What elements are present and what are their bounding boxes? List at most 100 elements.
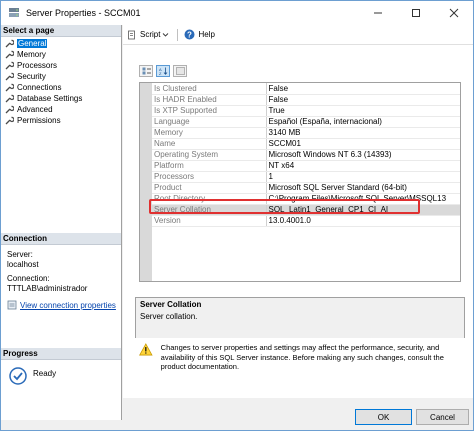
page-item-security[interactable]: Security [1,71,121,82]
property-name: Is XTP Supported [152,105,267,117]
wrench-icon [5,50,14,58]
view-connection-properties[interactable]: View connection properties [7,300,116,310]
server-label: Server: [7,250,33,259]
progress-status: Ready [9,367,56,385]
table-row[interactable]: Memory 3140 MB [152,127,460,139]
script-icon [128,30,135,39]
page-item-memory[interactable]: Memory [1,49,121,60]
page-item-connections[interactable]: Connections [1,82,121,93]
connection-value: TTTLAB\administrador [7,284,88,293]
wrench-icon [5,83,14,91]
title-bar: Server Properties - SCCM01 [1,1,473,25]
property-pages-button[interactable] [173,65,187,77]
property-grid: Is Clustered False Is HADR Enabled False I… [139,82,461,282]
table-row[interactable]: Version 13.0.4001.0 [152,215,460,227]
window-controls [359,1,473,25]
toolbar: Script ? Help [123,25,473,45]
property-pages-icon [175,67,185,75]
property-grid-gutter [140,83,152,281]
script-button[interactable]: Script [127,30,169,40]
property-value: NT x64 [266,160,460,172]
property-value: False [266,94,460,106]
property-value: Microsoft SQL Server Standard (64-bit) [266,182,460,194]
property-name: Name [152,138,267,150]
property-value: 13.0.4001.0 [266,215,460,227]
wrench-icon [5,116,14,124]
grid-tools: AZ [139,65,190,77]
help-icon: ? [184,29,195,40]
table-row[interactable]: Is HADR Enabled False [152,94,460,106]
page-item-label: Permissions [17,116,61,125]
view-connection-link[interactable]: View connection properties [20,301,116,310]
page-item-advanced[interactable]: Advanced [1,104,121,115]
page-list: General Memory Processors Security Conne… [1,37,121,126]
property-value: Microsoft Windows NT 6.3 (14393) [266,149,460,161]
property-name: Is HADR Enabled [152,94,267,106]
property-value: 3140 MB [266,127,460,139]
ready-check-icon [9,367,27,385]
connection-properties-icon [7,300,17,310]
page-item-label: Security [17,72,46,81]
property-name: Operating System [152,149,267,161]
description-text: Server collation. [140,312,198,321]
cancel-button[interactable]: Cancel [416,409,469,425]
page-item-label: Connections [17,83,62,92]
table-row[interactable]: Is XTP Supported True [152,105,460,117]
page-item-general[interactable]: General [1,38,121,49]
table-row[interactable]: Language Español (España, internacional) [152,116,460,128]
page-item-label: Database Settings [17,94,83,103]
page-item-permissions[interactable]: Permissions [1,115,121,126]
close-icon [449,8,459,18]
connection-field-label: Connection: [7,274,50,283]
categorized-icon [142,67,151,75]
property-value: Español (España, internacional) [266,116,460,128]
wrench-icon [5,105,14,113]
categorized-button[interactable] [139,65,153,77]
minimize-icon [374,12,382,14]
server-icon [9,8,19,17]
property-name: Platform [152,160,267,172]
page-item-processors[interactable]: Processors [1,60,121,71]
highlight-box [149,199,420,214]
minimize-button[interactable] [359,1,397,25]
property-value: SCCM01 [266,138,460,150]
page-item-database-settings[interactable]: Database Settings [1,93,121,104]
wrench-icon [5,39,14,47]
connection-info: Server: localhost Connection: TTTLAB\adm… [7,250,87,294]
page-item-label: General [17,39,48,48]
maximize-icon [412,9,420,17]
property-name: Language [152,116,267,128]
warning-message: Changes to server properties and setting… [135,338,467,384]
property-name: Product [152,182,267,194]
property-name: Memory [152,127,267,139]
table-row[interactable]: Processors 1 [152,171,460,183]
left-panel: Select a page General Memory Processors … [1,25,122,420]
ok-button[interactable]: OK [355,409,412,425]
property-name: Processors [152,171,267,183]
connection-header: Connection [1,233,121,245]
property-value: False [266,83,460,95]
close-button[interactable] [435,1,473,25]
property-value: 1 [266,171,460,183]
alphabetical-button[interactable]: AZ [156,65,170,77]
script-label: Script [140,30,161,39]
table-row[interactable]: Platform NT x64 [152,160,460,172]
select-page-header: Select a page [1,25,121,37]
wrench-icon [5,61,14,69]
progress-header: Progress [1,348,121,360]
window-title: Server Properties - SCCM01 [26,8,141,18]
maximize-button[interactable] [397,1,435,25]
property-name: Is Clustered [152,83,267,95]
sort-alphabetical-icon: AZ [159,67,167,75]
table-row[interactable]: Is Clustered False [152,83,460,95]
help-button[interactable]: ? Help [184,29,215,40]
toolbar-separator [177,28,179,41]
progress-status-label: Ready [33,369,57,378]
description-panel: Server Collation Server collation. [135,297,465,339]
table-row[interactable]: Name SCCM01 [152,138,460,150]
table-row[interactable]: Product Microsoft SQL Server Standard (64… [152,182,460,194]
wrench-icon [5,72,14,80]
table-row[interactable]: Operating System Microsoft Windows NT 6.3… [152,149,460,161]
property-name: Version [152,215,267,227]
help-label: Help [198,30,215,39]
